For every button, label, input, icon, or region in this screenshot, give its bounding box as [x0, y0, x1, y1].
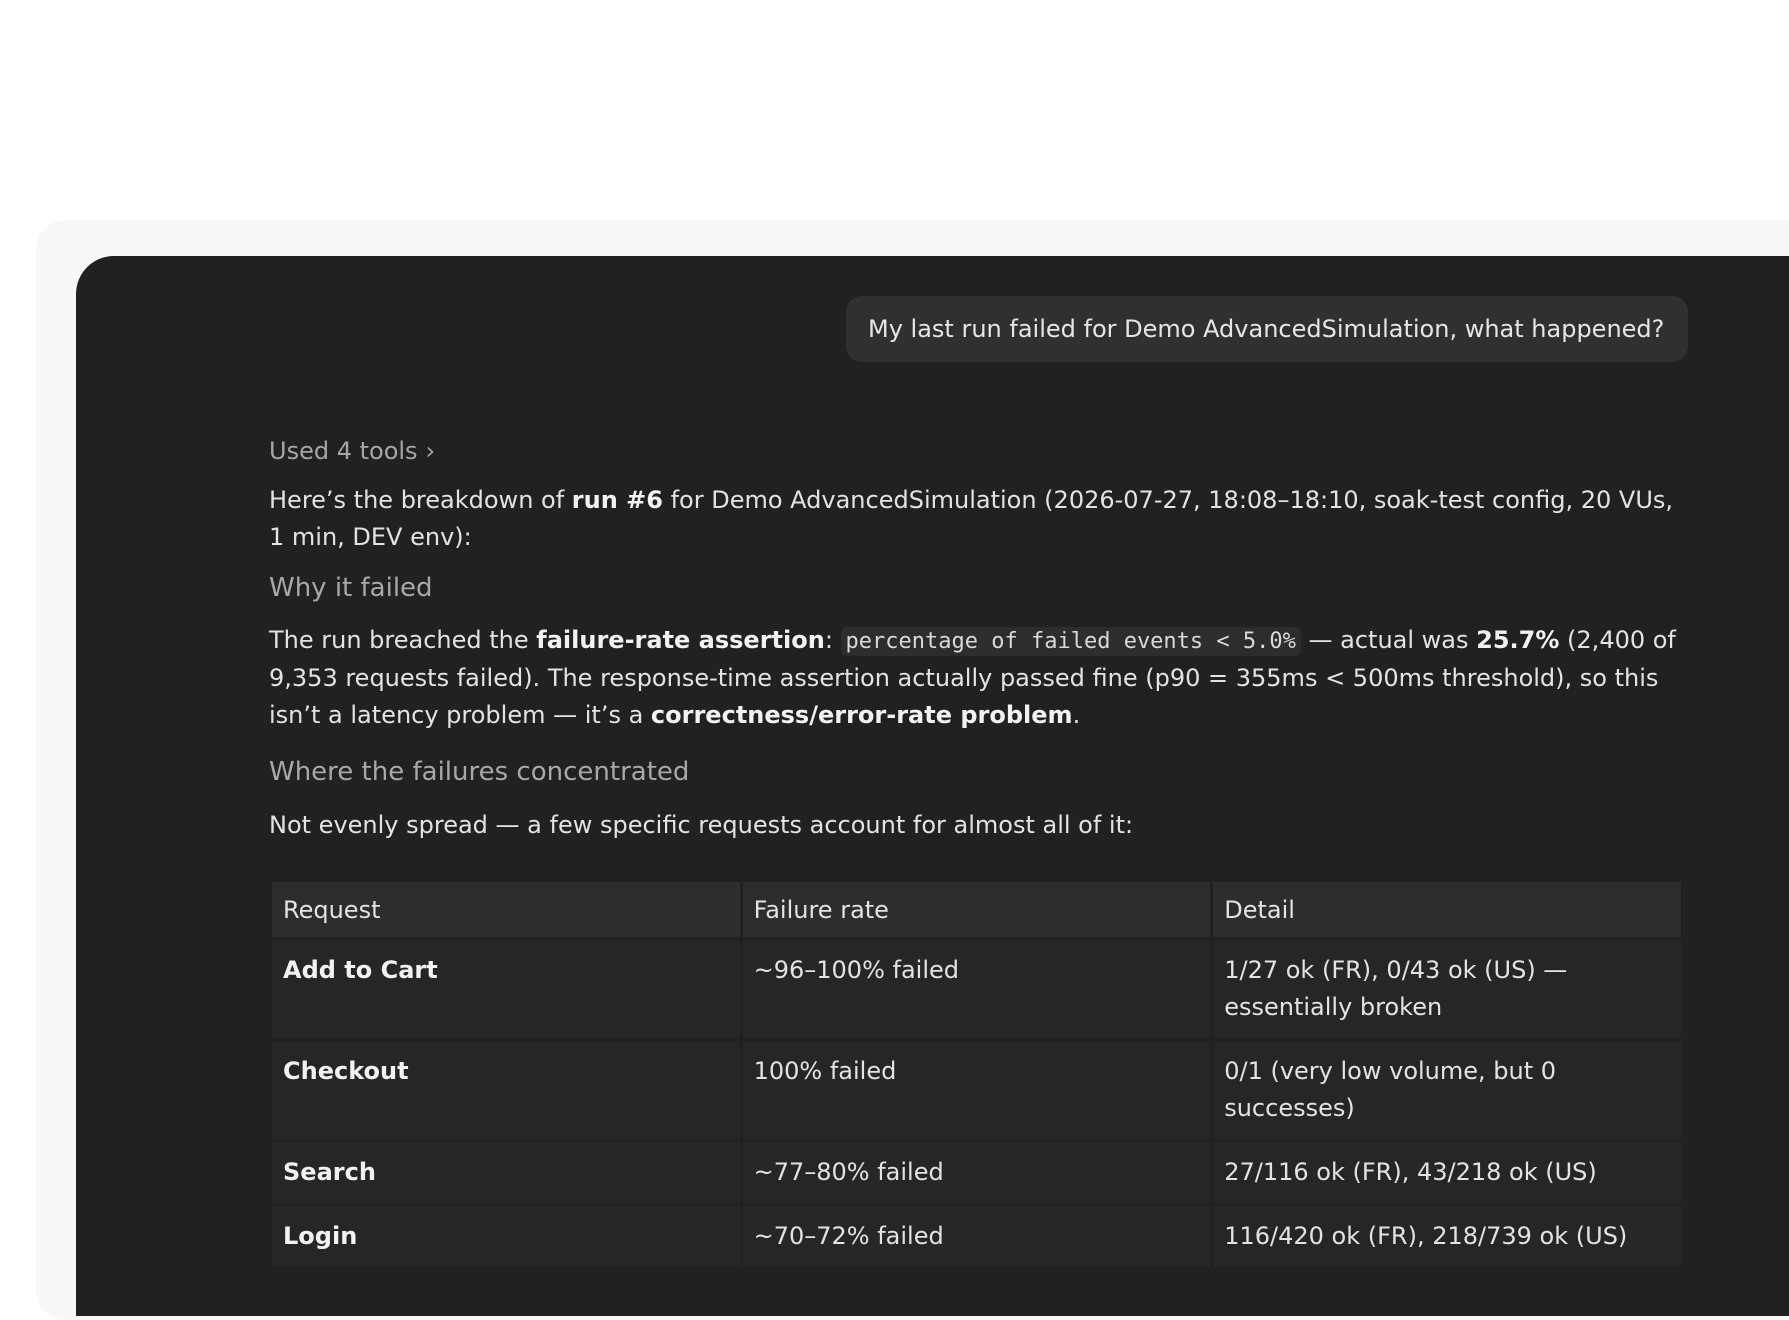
- why-text: The run breached the: [269, 626, 537, 654]
- why-text: .: [1072, 701, 1081, 729]
- detail-cell: 27/116 ok (FR), 43/218 ok (US): [1213, 1142, 1681, 1203]
- failure-rate-cell: ~77–80% failed: [742, 1142, 1211, 1203]
- failure-rate-cell: 100% failed: [742, 1041, 1211, 1139]
- assertion-code: percentage of failed events < 5.0%: [840, 627, 1301, 656]
- why-paragraph: The run breached the failure-rate assert…: [269, 622, 1686, 734]
- why-bold-actual: 25.7%: [1476, 626, 1560, 654]
- request-cell: Checkout: [272, 1041, 740, 1139]
- why-bold-problem: correctness/error-rate problem: [650, 701, 1073, 729]
- table-row: Checkout 100% failed 0/1 (very low volum…: [272, 1041, 1681, 1139]
- table-row: Add to Cart ~96–100% failed 1/27 ok (FR)…: [272, 940, 1681, 1038]
- used-tools-toggle[interactable]: Used 4 tools ›: [269, 434, 435, 468]
- failure-rate-cell: ~96–100% failed: [742, 940, 1211, 1038]
- where-paragraph: Not evenly spread — a few specific reque…: [269, 811, 1134, 839]
- column-header-request: Request: [272, 882, 740, 937]
- detail-cell: 0/1 (very low volume, but 0 successes): [1213, 1041, 1681, 1139]
- user-message-text: My last run failed for Demo AdvancedSimu…: [868, 315, 1665, 343]
- why-text: :: [824, 626, 841, 654]
- table-header-row: Request Failure rate Detail: [272, 882, 1681, 937]
- user-message-bubble: My last run failed for Demo AdvancedSimu…: [846, 296, 1688, 362]
- failures-table: Request Failure rate Detail Add to Cart …: [269, 879, 1684, 1270]
- used-tools-label: Used 4 tools: [269, 437, 418, 465]
- chevron-right-icon: ›: [425, 437, 436, 465]
- request-cell: Add to Cart: [272, 940, 740, 1038]
- request-cell: Login: [272, 1206, 740, 1267]
- request-cell: Search: [272, 1142, 740, 1203]
- table-row: Search ~77–80% failed 27/116 ok (FR), 43…: [272, 1142, 1681, 1203]
- why-bold-assertion: failure-rate assertion: [536, 626, 825, 654]
- table-row: Login ~70–72% failed 116/420 ok (FR), 21…: [272, 1206, 1681, 1267]
- detail-cell: 116/420 ok (FR), 218/739 ok (US): [1213, 1206, 1681, 1267]
- failure-rate-cell: ~70–72% failed: [742, 1206, 1211, 1267]
- column-header-detail: Detail: [1213, 882, 1681, 937]
- intro-run-number: run #6: [571, 486, 663, 514]
- chat-panel: My last run failed for Demo AdvancedSimu…: [76, 256, 1789, 1316]
- heading-where-failures: Where the failures concentrated: [269, 757, 690, 787]
- detail-cell: 1/27 ok (FR), 0/43 ok (US) — essentially…: [1213, 940, 1681, 1038]
- column-header-failure-rate: Failure rate: [742, 882, 1211, 937]
- why-text: — actual was: [1300, 626, 1477, 654]
- intro-text: Here’s the breakdown of: [269, 486, 572, 514]
- heading-why-it-failed: Why it failed: [269, 573, 433, 603]
- intro-paragraph: Here’s the breakdown of run #6 for Demo …: [269, 482, 1686, 556]
